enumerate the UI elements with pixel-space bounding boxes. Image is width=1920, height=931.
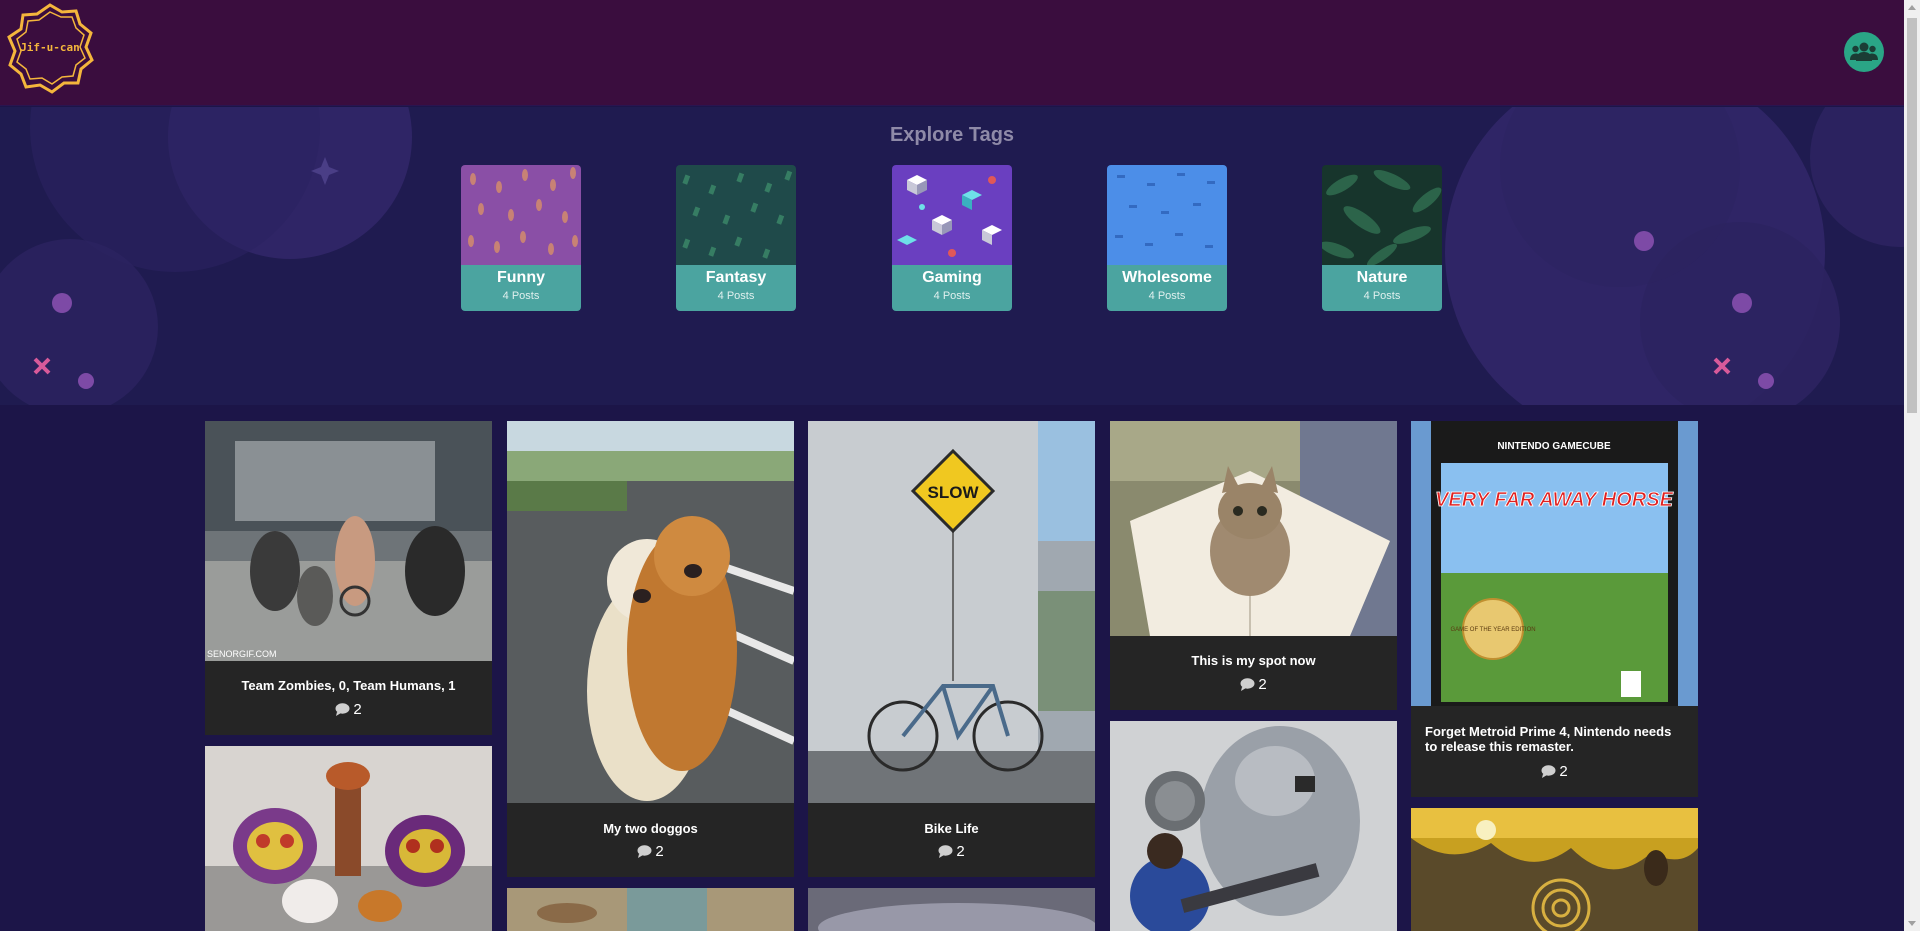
post-card[interactable]	[1110, 721, 1397, 931]
post-comment-count[interactable]: 2	[1411, 763, 1698, 780]
game-title-text: VERY FAR AWAY HORSE	[1435, 489, 1674, 511]
tag-name: Gaming	[922, 269, 982, 286]
tag-label-funny: Funny 4 Posts	[461, 265, 581, 311]
app-logo[interactable]: Jif-u-can	[6, 3, 94, 94]
scroll-down-arrow-icon[interactable]	[1904, 915, 1920, 931]
post-card[interactable]	[507, 888, 794, 931]
post-image-bike: SLOW	[808, 421, 1095, 803]
scroll-up-arrow-icon[interactable]	[1904, 0, 1920, 16]
post-comment-count[interactable]: 2	[808, 843, 1095, 860]
tag-image-gaming	[892, 165, 1012, 265]
post-image-spiral	[1411, 808, 1698, 931]
tag-image-fantasy	[676, 165, 796, 265]
comment-count: 2	[1258, 676, 1267, 693]
post-comment-count[interactable]: 2	[1110, 676, 1397, 693]
tag-post-count: 4 Posts	[502, 290, 540, 302]
post-card[interactable]	[205, 746, 492, 931]
tag-name: Fantasy	[705, 269, 767, 286]
comment-icon	[938, 845, 953, 858]
users-button[interactable]	[1844, 32, 1884, 72]
post-image-doggos	[507, 421, 794, 803]
tag-card-funny[interactable]: Funny 4 Posts	[461, 165, 581, 311]
post-title: Bike Life	[924, 821, 979, 836]
tag-label-nature: Nature 4 Posts	[1322, 265, 1442, 311]
comment-count: 2	[655, 843, 664, 860]
post-title: This is my spot now	[1191, 653, 1316, 668]
tag-name: Wholesome	[1122, 269, 1212, 286]
post-card[interactable]: SENORGIF.COM Team Zombies, 0, Team Human…	[205, 421, 492, 735]
gif-watermark: SENORGIF.COM	[207, 649, 277, 659]
post-card[interactable]: This is my spot now 2	[1110, 421, 1397, 710]
post-card[interactable]	[808, 888, 1095, 931]
tag-name: Nature	[1356, 269, 1408, 286]
post-image	[808, 888, 1095, 931]
post-image-gamecube-box: NINTENDO GAMECUBE VERY FAR AWAY HORSE GA…	[1411, 421, 1698, 706]
post-image-masks	[205, 746, 492, 931]
comment-icon	[335, 703, 350, 716]
post-title: Forget Metroid Prime 4, Nintendo needs t…	[1425, 724, 1672, 754]
comment-icon	[637, 845, 652, 858]
goty-badge-text: GAME OF THE YEAR EDITION	[1450, 627, 1535, 633]
tag-image-nature	[1322, 165, 1442, 265]
tag-post-count: 4 Posts	[1148, 290, 1186, 302]
vertical-scrollbar[interactable]	[1904, 0, 1920, 931]
logo-text: Jif-u-can	[20, 41, 80, 54]
scrollbar-thumb[interactable]	[1907, 18, 1917, 413]
explore-tags-title: Explore Tags	[889, 124, 1015, 146]
tag-name: Funny	[497, 269, 545, 286]
comment-count: 2	[1559, 763, 1568, 780]
tag-post-count: 4 Posts	[933, 290, 971, 302]
tag-card-nature[interactable]: Nature 4 Posts	[1322, 165, 1442, 311]
post-image-kitten	[1110, 421, 1397, 636]
comment-count: 2	[353, 701, 362, 718]
tag-post-count: 4 Posts	[717, 290, 755, 302]
tag-label-gaming: Gaming 4 Posts	[892, 265, 1012, 311]
comment-count: 2	[956, 843, 965, 860]
top-navbar: Jif-u-can	[0, 0, 1904, 106]
tag-label-wholesome: Wholesome 4 Posts	[1107, 265, 1227, 311]
post-card[interactable]: My two doggos 2	[507, 421, 794, 877]
post-card[interactable]	[1411, 808, 1698, 931]
tag-image-wholesome	[1107, 165, 1227, 265]
tag-card-wholesome[interactable]: Wholesome 4 Posts	[1107, 165, 1227, 311]
comment-icon	[1541, 765, 1556, 778]
post-comment-count[interactable]: 2	[205, 701, 492, 718]
post-card[interactable]: SLOW Bike Life 2	[808, 421, 1095, 877]
post-comment-count[interactable]: 2	[507, 843, 794, 860]
post-title: My two doggos	[603, 821, 698, 836]
explore-tags-section: Explore Tags Funny 4 Posts Fantasy 4 Pos…	[0, 107, 1904, 405]
tag-image-funny	[461, 165, 581, 265]
gamecube-brand-text: NINTENDO GAMECUBE	[1497, 441, 1611, 452]
comment-icon	[1240, 678, 1255, 691]
tag-card-gaming[interactable]: Gaming 4 Posts	[892, 165, 1012, 311]
tag-card-fantasy[interactable]: Fantasy 4 Posts	[676, 165, 796, 311]
post-title: Team Zombies, 0, Team Humans, 1	[241, 678, 456, 693]
users-icon	[1850, 42, 1878, 61]
tag-label-fantasy: Fantasy 4 Posts	[676, 265, 796, 311]
post-image-overwatch	[1110, 721, 1397, 931]
post-image-zombies: SENORGIF.COM	[205, 421, 492, 661]
post-card[interactable]: NINTENDO GAMECUBE VERY FAR AWAY HORSE GA…	[1411, 421, 1698, 797]
slow-sign-text: SLOW	[928, 483, 980, 502]
post-image	[507, 888, 794, 931]
tag-post-count: 4 Posts	[1363, 290, 1401, 302]
